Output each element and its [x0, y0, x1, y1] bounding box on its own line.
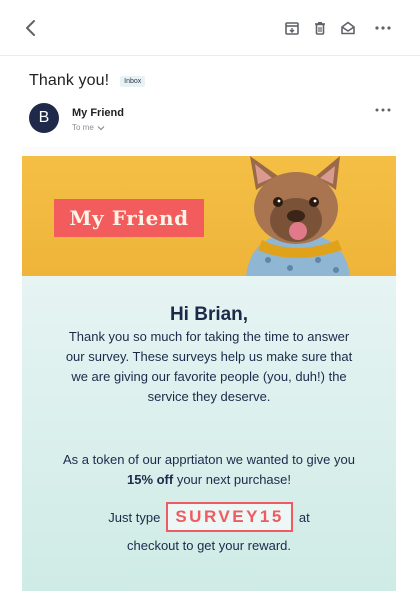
recipient-label: To me [72, 123, 94, 132]
code-prefix: Just type [108, 509, 161, 525]
trash-icon[interactable] [310, 18, 330, 38]
closing-line: checkout to get your reward. [126, 538, 292, 553]
email-body: My Friend Hi Brian, Thank you so much fo… [22, 147, 396, 591]
thanks-paragraph: Thank you so much for taking the time to… [65, 329, 353, 404]
more-horizontal-icon[interactable] [373, 18, 393, 38]
offer-text-after: your next purchase! [173, 472, 292, 487]
code-suffix: at [298, 509, 310, 525]
archive-icon[interactable] [282, 18, 302, 38]
dog-photo [246, 156, 350, 276]
inbox-label-badge[interactable]: Inbox [120, 75, 146, 87]
brand-logo: My Friend [54, 199, 204, 237]
offer-text-before: As a token of our apprtiaton we wanted t… [63, 452, 355, 467]
chevron-left-icon[interactable] [20, 16, 42, 40]
email-subject: Thank you! [29, 72, 110, 89]
recipient-dropdown[interactable]: To me [72, 123, 105, 132]
message-more-icon[interactable] [374, 104, 392, 116]
discount-amount: 15% off [126, 472, 174, 487]
chevron-down-icon [97, 125, 105, 130]
greeting-heading: Hi Brian, [169, 304, 249, 325]
hero-banner: My Friend [22, 156, 396, 276]
promo-code-line: Just type SURVEY15 at [22, 502, 396, 532]
sender-avatar[interactable]: B [29, 103, 59, 133]
brand-logo-text: My Friend [69, 206, 189, 230]
message-panel: Hi Brian, Thank you so much for taking t… [22, 276, 396, 591]
top-toolbar [0, 0, 420, 56]
subject-row: Thank you! Inbox [29, 70, 146, 92]
sender-name: My Friend [72, 107, 124, 119]
promo-code[interactable]: SURVEY15 [166, 502, 293, 532]
offer-paragraph: As a token of our apprtiaton we wanted t… [62, 450, 356, 490]
mark-unread-icon[interactable] [338, 18, 358, 38]
